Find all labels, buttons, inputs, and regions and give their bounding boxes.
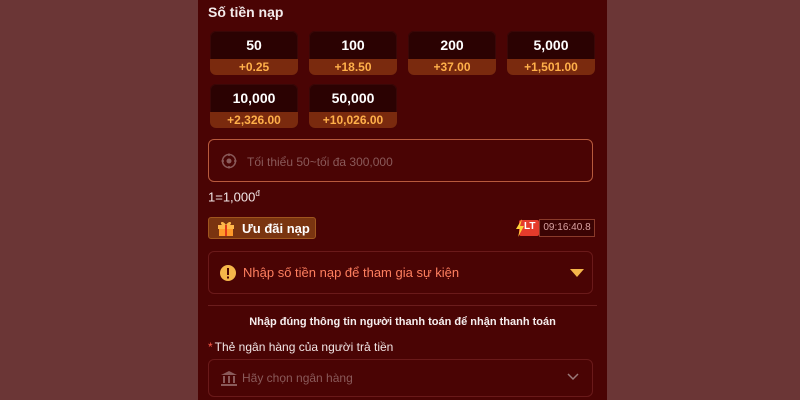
currency-unit: đ: [255, 189, 260, 198]
amount-option-5000[interactable]: 5,000 +1,501.00: [507, 31, 595, 75]
amount-bonus: +2,326.00: [210, 112, 298, 128]
amount-option-200[interactable]: 200 +37.00: [408, 31, 496, 75]
lt-badge: LT: [515, 219, 539, 237]
bank-icon: [221, 371, 237, 386]
divider: [208, 305, 597, 306]
amount-value: 100: [341, 37, 365, 53]
promo-event-prompt: Nhập số tiền nạp để tham gia sự kiện: [243, 265, 460, 280]
amount-bonus: +37.00: [408, 59, 496, 75]
coin-icon: [221, 153, 237, 169]
amount-option-50[interactable]: 50 +0.25: [210, 31, 298, 75]
warning-icon: [220, 265, 236, 281]
payer-instruction: Nhập đúng thông tin người thanh toán để …: [249, 316, 556, 328]
amount-option-100[interactable]: 100 +18.50: [309, 31, 397, 75]
triangle-down-icon: [570, 269, 584, 277]
amount-value: 50: [246, 37, 262, 53]
amount-bonus: +1,501.00: [507, 59, 595, 75]
amount-section-title: Số tiền nạp: [208, 4, 284, 20]
amount-value: 10,000: [232, 90, 276, 106]
exchange-rate: 1=1,000đ: [208, 189, 260, 204]
promo-event-dropdown[interactable]: Nhập số tiền nạp để tham gia sự kiện: [208, 251, 593, 294]
amount-bonus: +18.50: [309, 59, 397, 75]
lt-badge-text: LT: [524, 221, 536, 232]
amount-option-10000[interactable]: 10,000 +2,326.00: [210, 84, 298, 128]
deposit-promo-badge: Ưu đãi nạp: [208, 217, 316, 239]
bank-card-label: * Thẻ ngân hàng của người trả tiền: [208, 340, 393, 354]
deposit-panel: Số tiền nạp 50 +0.25 100 +18.50 200 +37.…: [198, 0, 607, 400]
bank-select-placeholder: Hãy chọn ngân hàng: [242, 371, 353, 385]
amount-bonus: +0.25: [210, 59, 298, 75]
amount-value: 200: [440, 37, 464, 53]
amount-value: 5,000: [533, 37, 569, 53]
required-mark: *: [208, 340, 213, 354]
promo-timer: 09:16:40.8: [539, 219, 595, 237]
bank-select[interactable]: Hãy chọn ngân hàng: [208, 359, 593, 397]
amount-input-box: [208, 139, 593, 182]
amount-option-50000[interactable]: 50,000 +10,026.00: [309, 84, 397, 128]
amount-bonus: +10,026.00: [309, 112, 397, 128]
chevron-down-icon: [567, 373, 579, 381]
bank-card-label-text: Thẻ ngân hàng của người trả tiền: [214, 340, 394, 354]
gift-icon: [218, 221, 234, 236]
promo-label: Ưu đãi nạp: [242, 221, 310, 236]
amount-input[interactable]: [245, 150, 579, 174]
exchange-rate-value: 1=1,000: [208, 189, 256, 205]
amount-value: 50,000: [331, 90, 375, 106]
